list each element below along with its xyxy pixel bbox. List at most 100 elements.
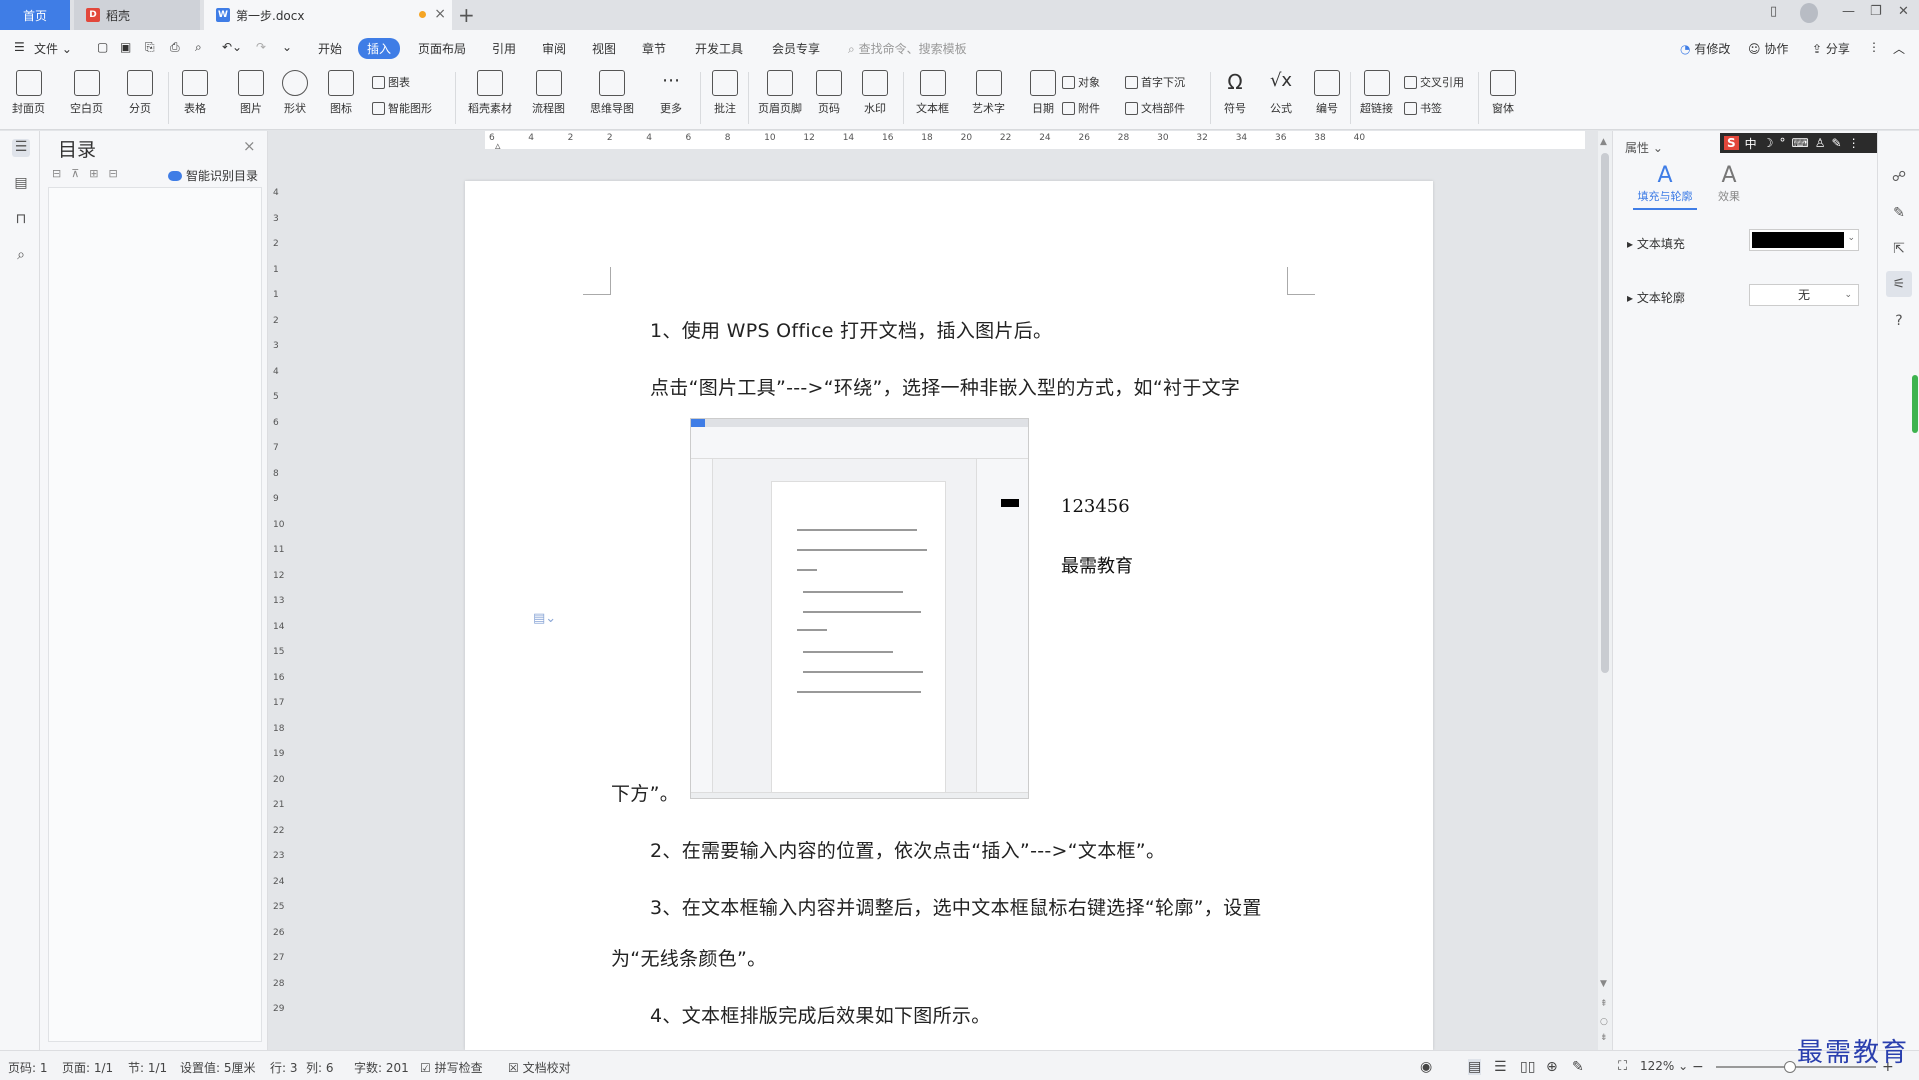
paragraph-1[interactable]: 1、使用 WPS Office 打开文档，插入图片后。: [650, 316, 1052, 343]
avatar[interactable]: [1800, 3, 1818, 23]
menu-insert[interactable]: 插入: [358, 38, 401, 59]
side-handle[interactable]: [1912, 375, 1918, 433]
spell-check-button[interactable]: ☑ 拼写检查: [420, 1059, 483, 1076]
more-quick-icon[interactable]: ⌄: [282, 40, 292, 54]
keyboard-icon[interactable]: ⌨: [1791, 136, 1808, 150]
prev-page-icon[interactable]: ⇞: [1600, 999, 1608, 1009]
save-icon[interactable]: ▣: [120, 40, 131, 54]
page-number-button[interactable]: 页码: [816, 70, 842, 116]
menu-layout[interactable]: 页面布局: [418, 40, 466, 57]
shape-button[interactable]: 形状: [282, 70, 308, 116]
flowchart-button[interactable]: 流程图: [532, 70, 565, 116]
hyperlink-button[interactable]: 超链接: [1360, 70, 1393, 116]
find-icon[interactable]: ⌕: [12, 247, 30, 265]
proofread-button[interactable]: ☒ 文档校对: [508, 1059, 571, 1076]
menu-review[interactable]: 审阅: [542, 40, 566, 57]
status-page[interactable]: 页码: 1: [8, 1059, 48, 1076]
attachment-button[interactable]: 附件: [1062, 100, 1100, 116]
paragraph-5[interactable]: 4、文本框排版完成后效果如下图所示。: [650, 1001, 991, 1028]
symbol-button[interactable]: Ω 符号: [1222, 70, 1248, 116]
page-view-icon[interactable]: ▤: [1468, 1059, 1482, 1075]
menu-member[interactable]: 会员专享: [772, 40, 820, 57]
paragraph-3[interactable]: 2、在需要输入内容的位置，依次点击“插入”--->“文本框”。: [650, 836, 1165, 863]
preview-icon[interactable]: ⌕: [195, 40, 202, 55]
share-button[interactable]: ⇪ 分享: [1812, 40, 1850, 57]
toc-level-buttons[interactable]: ⊟⊼⊞⊟: [52, 167, 128, 180]
text-outline-select[interactable]: 无 ⌄: [1749, 284, 1859, 306]
fit-page-icon[interactable]: ⛶: [1618, 1059, 1627, 1074]
zoom-value[interactable]: 122% ⌄: [1640, 1059, 1688, 1073]
table-button[interactable]: 表格: [182, 70, 208, 116]
next-page-icon[interactable]: ⇟: [1600, 1033, 1608, 1043]
moon-icon[interactable]: ☽: [1763, 136, 1774, 150]
status-setting[interactable]: 设置值: 5厘米: [180, 1059, 256, 1076]
menu-start[interactable]: 开始: [318, 40, 342, 57]
tools-icon[interactable]: ✎: [1832, 136, 1842, 150]
more-button[interactable]: ⋯ 更多: [658, 70, 684, 116]
paragraph-4[interactable]: 3、在文本框输入内容并调整后，选中文本框鼠标右键选择“轮廓”，设置: [650, 893, 1262, 920]
edit-icon[interactable]: ✎: [1890, 205, 1908, 223]
menu-chapter[interactable]: 章节: [642, 40, 666, 57]
ime-language[interactable]: 中: [1745, 135, 1757, 152]
textbox-button[interactable]: 文本框: [916, 70, 949, 116]
restore-button[interactable]: ❐: [1870, 4, 1882, 19]
form-button[interactable]: 窗体: [1490, 70, 1516, 116]
textbox-brand[interactable]: 最需教育: [1061, 552, 1133, 578]
new-icon[interactable]: ▢: [97, 40, 108, 54]
sogou-icon[interactable]: S: [1724, 136, 1739, 150]
export-icon[interactable]: ⎘: [145, 40, 155, 55]
document-page[interactable]: 1、使用 WPS Office 打开文档，插入图片后。 点击“图片工具”--->…: [465, 181, 1433, 1050]
page-break-button[interactable]: 分页: [127, 70, 153, 116]
paragraph-2-end[interactable]: 下方”。: [611, 779, 679, 806]
scroll-down-icon[interactable]: ▼: [1600, 979, 1607, 989]
punctuation-icon[interactable]: °: [1779, 136, 1785, 150]
zoom-out-button[interactable]: −: [1692, 1059, 1704, 1075]
tab-home[interactable]: 首页: [0, 0, 70, 30]
text-fill-color-picker[interactable]: ⌄: [1749, 229, 1859, 251]
bookmark-button[interactable]: 书签: [1404, 100, 1442, 116]
style-icon[interactable]: ☍: [1890, 169, 1908, 187]
select-browse-icon[interactable]: ○: [1600, 1017, 1608, 1027]
close-tab-icon[interactable]: ×: [434, 6, 446, 22]
eye-protect-icon[interactable]: ◉: [1420, 1059, 1432, 1075]
redo-icon[interactable]: ↷: [256, 40, 266, 54]
textbox-number[interactable]: 123456: [1061, 496, 1130, 517]
properties-toggle-icon[interactable]: ⚟: [1886, 271, 1912, 297]
menu-file[interactable]: 文件 ⌄: [34, 40, 72, 57]
status-words[interactable]: 字数: 201: [354, 1059, 409, 1076]
comment-button[interactable]: 批注: [712, 70, 738, 116]
inserted-screenshot-image[interactable]: [690, 418, 1029, 799]
docpart-button[interactable]: 文档部件: [1125, 100, 1185, 116]
tab-document[interactable]: W 第一步.docx ×: [204, 0, 452, 30]
cover-page-button[interactable]: 封面页: [12, 70, 45, 116]
mindmap-button[interactable]: 思维导图: [590, 70, 634, 116]
icons-button[interactable]: 图标: [328, 70, 354, 116]
tab-daoke[interactable]: D 稻壳: [74, 0, 200, 30]
watermark-button[interactable]: 水印: [862, 70, 888, 116]
numbering-button[interactable]: 编号: [1314, 70, 1340, 116]
layout-icon[interactable]: ▯: [1770, 4, 1777, 19]
object-button[interactable]: 对象: [1062, 74, 1100, 90]
collapse-ribbon-icon[interactable]: ︿: [1893, 40, 1905, 57]
outline-view-icon[interactable]: ☰: [1494, 1059, 1507, 1075]
scroll-thumb[interactable]: [1601, 153, 1609, 673]
minimize-button[interactable]: —: [1842, 4, 1855, 19]
picture-button[interactable]: 图片: [238, 70, 264, 116]
chart-button[interactable]: 图表: [372, 74, 410, 90]
hamburger-icon[interactable]: ☰: [14, 40, 25, 54]
close-window-button[interactable]: ✕: [1898, 4, 1909, 19]
daoke-material-button[interactable]: 稻壳素材: [468, 70, 512, 116]
more-menu-icon[interactable]: ⋮: [1868, 40, 1880, 54]
ime-more-icon[interactable]: ⋮: [1848, 136, 1860, 150]
status-pages[interactable]: 页面: 1/1: [62, 1059, 113, 1076]
paragraph-4-end[interactable]: 为“无线条颜色”。: [611, 944, 766, 971]
new-tab-button[interactable]: +: [458, 3, 475, 27]
write-view-icon[interactable]: ✎: [1572, 1059, 1584, 1075]
layout-options-icon[interactable]: ▤⌄: [533, 611, 556, 626]
smartart-button[interactable]: 智能图形: [372, 100, 432, 116]
header-footer-button[interactable]: 页眉页脚: [758, 70, 802, 116]
crossref-button[interactable]: 交叉引用: [1404, 74, 1464, 90]
text-outline-label[interactable]: ▸ 文本轮廓: [1627, 289, 1685, 306]
date-button[interactable]: 日期: [1030, 70, 1056, 116]
chapter-nav-icon[interactable]: ▤: [12, 175, 30, 193]
